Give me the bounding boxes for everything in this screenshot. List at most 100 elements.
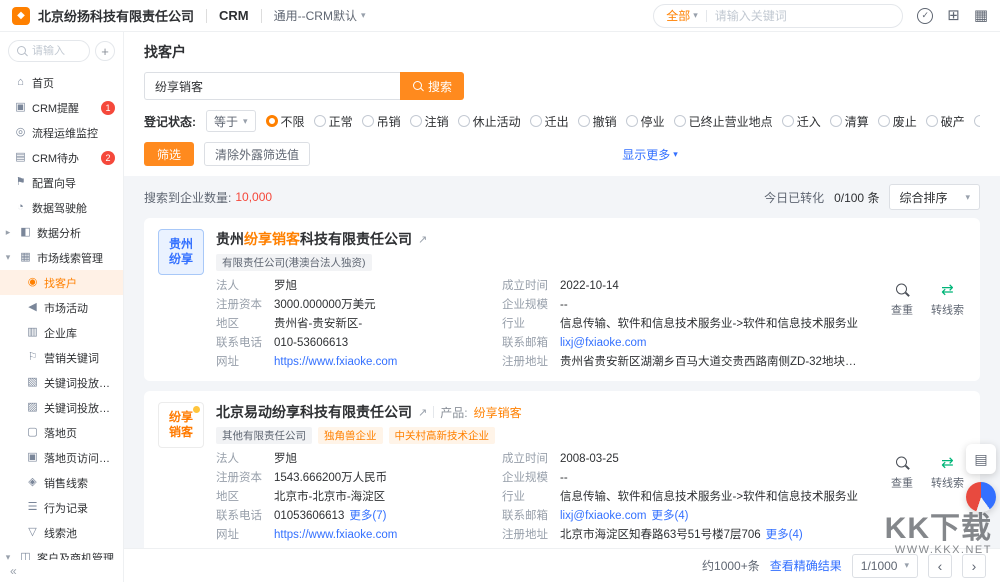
sidebar-collapse-button[interactable]: « [0,560,123,582]
chevron-down-icon [361,10,366,21]
app-logo-icon [12,7,30,25]
chevron-right-icon [972,558,977,574]
show-more-link[interactable]: 显示更多 [622,146,678,163]
assistant-ball-button[interactable] [966,482,996,512]
sidebar-item-keyword-plan[interactable]: 关键词投放计划 [0,370,123,395]
keyword-input[interactable] [144,72,400,100]
search-button[interactable]: 搜索 [400,72,464,100]
megaphone-icon [26,302,39,313]
global-search-box[interactable]: 全部 [653,4,903,28]
sidebar-item-crm-todo[interactable]: CRM待办 2 [0,145,123,170]
field-label: 企业规模 [502,470,560,486]
radio-icon [674,115,686,127]
check-circle-icon[interactable] [917,8,933,24]
sidebar-item-market-lead-mgmt[interactable]: 市场线索管理 [0,245,123,270]
industry: 信息传输、软件和信息技术服务业->软件和信息技术服务业 [560,489,866,505]
sidebar-item-crm-remind[interactable]: CRM提醒 1 [0,95,123,120]
dedupe-button[interactable]: 查重 [891,282,913,317]
filter-option-revoked[interactable]: 吊销 [362,113,401,130]
apply-filter-button[interactable]: 筛选 [144,142,194,166]
open-link-icon[interactable] [418,406,427,419]
registered-address: 北京市海淀区知春路63号51号楼7层706更多(4) [560,527,866,543]
radio-icon [458,115,470,127]
open-link-icon[interactable] [418,233,427,246]
convert-to-lead-button[interactable]: 转线索 [931,282,964,317]
converted-label: 今日已转化 [764,189,824,206]
field-label: 地区 [216,316,274,332]
filter-option-terminated-location[interactable]: 已终止营业地点 [674,113,773,130]
apps-grid-icon[interactable] [974,8,988,23]
sidebar-item-find-customer[interactable]: 找客户 [0,270,123,295]
sidebar-item-lead-pool[interactable]: 线索池 [0,520,123,545]
company-scale: -- [560,470,866,486]
filter-option-closed[interactable]: 停业 [626,113,665,130]
filter-option-abolished[interactable]: 废止 [878,113,917,130]
filter-option-normal[interactable]: 正常 [314,113,353,130]
email-link[interactable]: lixj@fxiaoke.com [560,510,646,522]
company-card: 贵州 纷享 贵州纷享销客科技有限责任公司 有限责任公司(港澳台法人独资) [144,218,980,381]
sidebar-search-input[interactable] [32,45,82,57]
filter-option-other[interactable]: 其他 [974,113,980,130]
website-link[interactable]: https://www.fxiaoke.com [274,527,502,543]
sidebar-search-box[interactable] [8,40,90,62]
company-name[interactable]: 贵州纷享销客科技有限责任公司 [216,229,866,249]
sidebar-item-landing-page[interactable]: 落地页 [0,420,123,445]
filter-option-liquidation[interactable]: 清算 [830,113,869,130]
company-fields: 法人罗旭 成立时间2022-10-14 注册资本3000.000000万美元 企… [216,278,866,370]
operator-select[interactable]: 等于 [206,110,256,132]
briefcase-icon [19,552,32,560]
sidebar-item-process-monitor[interactable]: 流程运维监控 [0,120,123,145]
shortcut-panel-button[interactable] [966,444,996,474]
filter-option-dormant[interactable]: 休止活动 [458,113,521,130]
convert-to-lead-button[interactable]: 转线索 [931,455,964,490]
sidebar-item-customer-opportunity-mgmt[interactable]: 客户及商机管理 [0,545,123,560]
prev-page-button[interactable] [928,554,952,578]
add-button[interactable] [95,41,115,61]
filter-option-moved-out[interactable]: 迁出 [530,113,569,130]
page-selector[interactable]: 1/1000 [852,554,918,578]
dedupe-button[interactable]: 查重 [891,455,913,490]
sidebar-item-home[interactable]: 首页 [0,70,123,95]
sidebar-item-sales-leads[interactable]: 销售线索 [0,470,123,495]
sidebar-item-data-cockpit[interactable]: 数据驾驶舱 [0,195,123,220]
sidebar-item-enterprise-library[interactable]: 企业库 [0,320,123,345]
sidebar: 首页 CRM提醒 1 流程运维监控 CRM待办 2 配置向导 [0,32,124,582]
layout-grid-icon[interactable] [947,8,960,23]
sort-select[interactable]: 综合排序 [889,184,980,210]
phone-more-link[interactable]: 更多(7) [349,510,386,522]
top-bar: 北京纷扬科技有限责任公司 CRM 通用--CRM默认 全部 [0,0,1000,32]
search-scope-dropdown[interactable]: 全部 [666,7,698,24]
filter-option-cancelled[interactable]: 注销 [410,113,449,130]
unicorn-tag: 独角兽企业 [318,427,383,444]
company-name[interactable]: 北京易动纷享科技有限责任公司 产品: 纷享销客 [216,402,866,422]
sidebar-item-market-activity[interactable]: 市场活动 [0,295,123,320]
sidebar-item-keyword-detail[interactable]: 关键词投放明细 [0,395,123,420]
email-more-link[interactable]: 更多(4) [651,510,688,522]
search-icon [16,45,28,57]
status-options: 不限 正常 吊销 注销 休止活动 迁出 撤销 停业 已终止营业地点 迁入 清算 … [266,113,980,130]
dashboard-icon [14,202,27,213]
global-search-input[interactable] [715,9,890,23]
website-link[interactable]: https://www.fxiaoke.com [274,354,502,370]
field-label: 网址 [216,527,274,543]
exact-results-link[interactable]: 查看精确结果 [770,557,842,574]
clear-filters-button[interactable]: 清除外露筛选值 [204,142,310,166]
filter-option-unlimited[interactable]: 不限 [266,113,305,130]
address-more-link[interactable]: 更多(4) [766,529,803,541]
results-section: 搜索到企业数量: 10,000 今日已转化 0/100 条 综合排序 [124,176,1000,582]
sidebar-item-landing-visits[interactable]: 落地页访问明细 [0,445,123,470]
filter-option-withdrawn[interactable]: 撤销 [578,113,617,130]
sidebar-item-data-analysis[interactable]: 数据分析 [0,220,123,245]
company-fields: 法人罗旭 成立时间2008-03-25 注册资本1543.666200万人民币 … [216,451,866,543]
workspace-switcher[interactable]: 通用--CRM默认 [274,7,366,24]
chevron-down-icon [693,10,698,21]
sidebar-item-config-wizard[interactable]: 配置向导 [0,170,123,195]
email-link[interactable]: lixj@fxiaoke.com [560,335,866,351]
filter-option-bankrupt[interactable]: 破产 [926,113,965,130]
company-info: 北京易动纷享科技有限责任公司 产品: 纷享销客 其他有限责任公司 独角兽企业 中… [216,402,966,543]
next-page-button[interactable] [962,554,986,578]
sidebar-nav: 首页 CRM提醒 1 流程运维监控 CRM待办 2 配置向导 [0,70,123,560]
sidebar-item-behavior-records[interactable]: 行为记录 [0,495,123,520]
filter-option-moved-in[interactable]: 迁入 [782,113,821,130]
sidebar-item-marketing-keywords[interactable]: 营销关键词 [0,345,123,370]
